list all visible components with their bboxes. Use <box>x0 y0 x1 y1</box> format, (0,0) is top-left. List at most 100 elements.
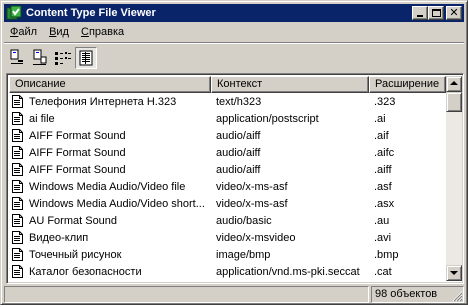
document-icon <box>12 214 23 227</box>
cell-description: ai file <box>9 112 211 125</box>
large-icons-view-icon <box>6 49 28 72</box>
list-row[interactable]: AIFF Format Sound audio/aiff .aif <box>9 127 446 144</box>
list-row[interactable]: Windows Media Audio/Video short... video/… <box>9 195 446 212</box>
cell-extension: .aifc <box>374 146 395 159</box>
description-text: AU Format Sound <box>29 214 118 227</box>
cell-extension: .asx <box>374 197 395 210</box>
document-icon <box>12 180 23 193</box>
list-row[interactable]: Каталог безопасности application/vnd.ms-p… <box>9 263 446 280</box>
list-row[interactable]: AIFF Format Sound audio/aiff .aiff <box>9 161 446 178</box>
minimize-button[interactable] <box>412 6 428 20</box>
document-icon <box>12 129 23 142</box>
scroll-down-button[interactable] <box>446 265 462 281</box>
cell-extension: .bmp <box>374 248 399 261</box>
details-view-icon <box>76 50 96 71</box>
list-row[interactable]: ai file application/postscript .ai <box>9 110 446 127</box>
maximize-button[interactable] <box>428 6 444 20</box>
list-row[interactable]: Телефония Интернета H.323 text/h323 .323 <box>9 93 446 110</box>
document-icon <box>12 265 23 278</box>
cell-description: AIFF Format Sound <box>9 129 211 142</box>
menu-file[interactable]: Файл <box>4 24 43 41</box>
cell-description: Точечный рисунок <box>9 248 211 261</box>
window-title: Content Type File Viewer <box>26 7 156 19</box>
cell-content-type: video/x-msvideo <box>216 231 296 244</box>
cell-description: Windows Media Audio/Video short... <box>9 197 211 210</box>
vertical-scrollbar[interactable] <box>446 76 462 281</box>
column-header-description[interactable]: Описание <box>9 76 211 93</box>
scroll-thumb[interactable] <box>446 92 462 112</box>
document-icon <box>12 248 23 261</box>
cell-content-type: video/x-ms-asf <box>216 197 288 210</box>
app-icon <box>6 5 22 21</box>
document-icon <box>12 112 23 125</box>
description-text: Windows Media Audio/Video short... <box>29 197 205 210</box>
close-icon: ✕ <box>449 6 459 19</box>
cell-description: Каталог безопасности <box>9 265 211 278</box>
cell-content-type: audio/aiff <box>216 146 261 159</box>
status-main-pane <box>4 286 369 303</box>
document-icon <box>12 163 23 176</box>
list-button[interactable] <box>52 47 74 69</box>
cell-description: Windows Media Audio/Video file <box>9 180 211 193</box>
list-row[interactable]: Точечный рисунок image/bmp .bmp <box>9 246 446 263</box>
cell-content-type: text/h323 <box>216 95 262 108</box>
arrow-down-icon <box>450 271 458 275</box>
details-button[interactable] <box>75 47 97 69</box>
document-icon <box>12 146 23 159</box>
description-text: AIFF Format Sound <box>29 129 126 142</box>
description-text: AIFF Format Sound <box>29 163 126 176</box>
cell-description: AIFF Format Sound <box>9 146 211 159</box>
cell-extension: .cat <box>374 265 392 278</box>
cell-content-type: application/vnd.ms-pki.seccat <box>216 265 360 278</box>
menu-bar: Файл Вид Справка <box>4 23 130 42</box>
description-text: AIFF Format Sound <box>29 146 126 159</box>
document-icon <box>12 95 23 108</box>
small-icons-button[interactable] <box>29 47 51 69</box>
content-type-list[interactable]: Описание Контекст Расширение Телефония И… <box>6 73 464 284</box>
maximize-icon <box>432 9 441 17</box>
list-rows: Телефония Интернета H.323 text/h323 .323 ai… <box>9 93 446 280</box>
list-row[interactable]: Windows Media Audio/Video file video/x-ms… <box>9 178 446 195</box>
list-row[interactable]: AIFF Format Sound audio/aiff .aifc <box>9 144 446 161</box>
scroll-up-button[interactable] <box>446 76 462 92</box>
description-text: Телефония Интернета H.323 <box>29 95 177 108</box>
cell-extension: .asf <box>374 180 392 193</box>
cell-description: Телефония Интернета H.323 <box>9 95 211 108</box>
app-window: Content Type File Viewer ✕ Файл Вид Спра… <box>0 0 468 305</box>
document-icon <box>12 231 23 244</box>
minimize-icon <box>417 15 423 17</box>
cell-description: AIFF Format Sound <box>9 163 211 176</box>
cell-description: AU Format Sound <box>9 214 211 227</box>
close-button[interactable]: ✕ <box>446 6 462 20</box>
cell-extension: .aif <box>374 129 389 142</box>
description-text: Точечный рисунок <box>29 248 122 261</box>
title-bar[interactable]: Content Type File Viewer ✕ <box>4 4 464 22</box>
cell-extension: .avi <box>374 231 392 244</box>
cell-description: Видео-клип <box>9 231 211 244</box>
column-header-content-type[interactable]: Контекст <box>211 76 369 93</box>
status-bar: 98 объектов <box>4 286 464 303</box>
cell-extension: .au <box>374 214 390 227</box>
cell-content-type: video/x-ms-asf <box>216 180 288 193</box>
small-icons-view-icon <box>29 49 51 72</box>
column-header-extension[interactable]: Расширение <box>369 76 446 93</box>
status-object-count: 98 объектов <box>371 286 464 303</box>
toolbar <box>6 46 98 70</box>
menu-help[interactable]: Справка <box>75 24 130 41</box>
list-header: Описание Контекст Расширение <box>9 76 446 93</box>
menu-view[interactable]: Вид <box>43 24 75 41</box>
document-icon <box>12 197 23 210</box>
cell-content-type: application/postscript <box>216 112 319 125</box>
list-row[interactable]: AU Format Sound audio/basic .au <box>9 212 446 229</box>
cell-extension: .ai <box>374 112 386 125</box>
list-view-icon <box>52 52 74 72</box>
arrow-up-icon <box>450 81 458 85</box>
list-row[interactable]: Видео-клип video/x-msvideo .avi <box>9 229 446 246</box>
description-text: Видео-клип <box>29 231 89 244</box>
resize-grip-icon[interactable] <box>451 290 463 302</box>
description-text: Windows Media Audio/Video file <box>29 180 186 193</box>
cell-content-type: audio/aiff <box>216 129 261 142</box>
object-count-label: 98 объектов <box>375 288 438 300</box>
large-icons-button[interactable] <box>6 47 28 69</box>
description-text: ai file <box>29 112 55 125</box>
